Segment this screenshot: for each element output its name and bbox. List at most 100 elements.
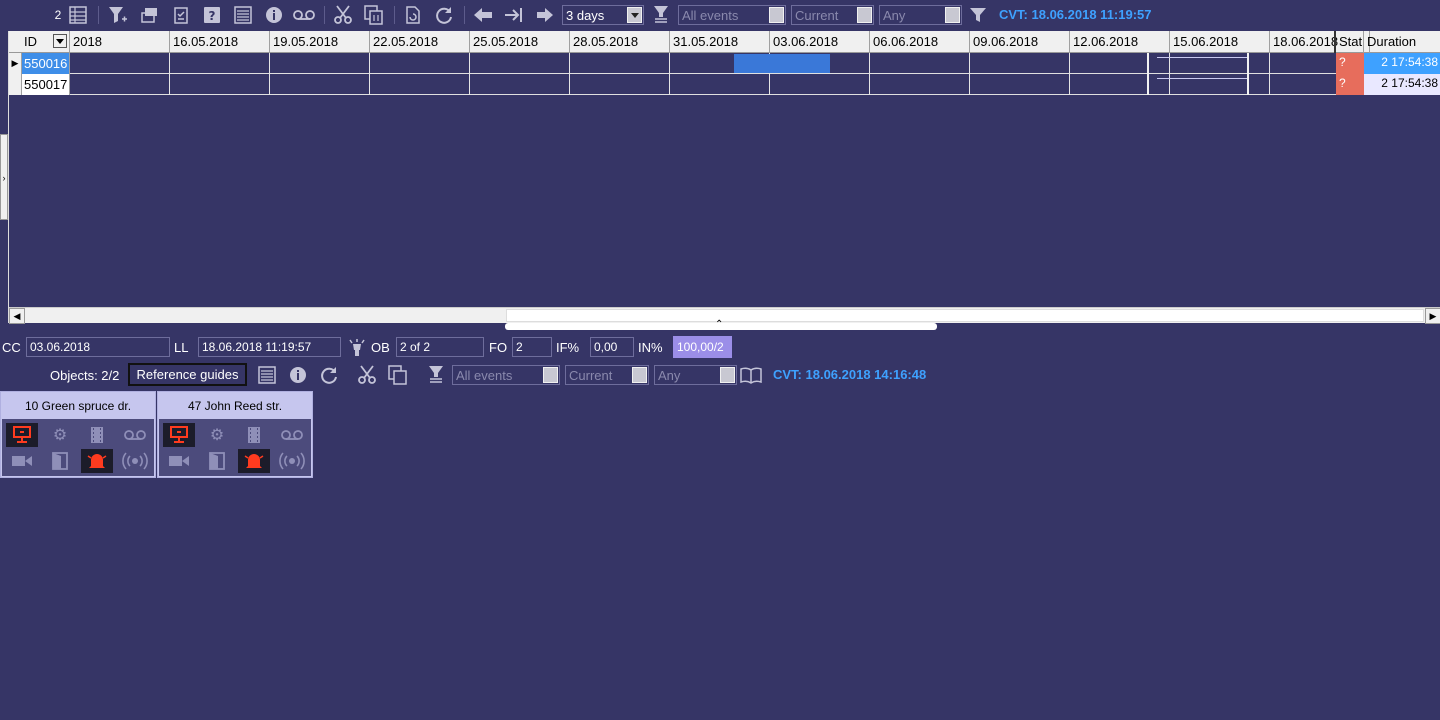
reference-guides-button[interactable]: Reference guides xyxy=(128,363,247,386)
row-id[interactable]: 550016 xyxy=(22,53,70,74)
bell-alarm-icon[interactable] xyxy=(81,449,113,473)
bell-alarm-icon[interactable] xyxy=(238,449,270,473)
grid-line xyxy=(469,53,470,74)
copy-icon[interactable] xyxy=(387,364,409,386)
column-header-duration[interactable]: Duration xyxy=(1364,31,1440,53)
state-filter-button[interactable] xyxy=(632,367,647,383)
help-icon[interactable]: ? xyxy=(201,4,223,26)
date-column-header[interactable]: 19.05.2018 xyxy=(270,31,370,53)
current-date-cell[interactable] xyxy=(734,54,830,73)
monitor-alarm-icon[interactable] xyxy=(163,423,195,447)
broadcast-icon[interactable] xyxy=(119,449,151,473)
info-icon[interactable] xyxy=(263,4,285,26)
broadcast-icon[interactable] xyxy=(276,449,308,473)
group-icon[interactable] xyxy=(139,4,161,26)
filter-add-icon[interactable] xyxy=(107,4,129,26)
scissors-icon[interactable] xyxy=(356,364,378,386)
funnel-icon[interactable] xyxy=(967,4,989,26)
state-filter[interactable]: Current xyxy=(791,5,874,25)
monitor-alarm-icon[interactable] xyxy=(6,423,38,447)
book-icon[interactable] xyxy=(740,364,762,386)
list-icon[interactable] xyxy=(256,364,278,386)
table-icon[interactable] xyxy=(67,4,89,26)
date-column-header[interactable]: 22.05.2018 xyxy=(370,31,470,53)
ll-field[interactable]: 18.06.2018 11:19:57 xyxy=(198,337,341,357)
state-filter[interactable]: Current xyxy=(565,365,649,385)
document-refresh-icon[interactable] xyxy=(402,4,424,26)
grid-line xyxy=(469,74,470,95)
objects-grid: ID 2018 16.05.2018 19.05.2018 22.05.2018 25.… xyxy=(8,31,1440,324)
voicemail-icon[interactable] xyxy=(293,4,315,26)
grid-line xyxy=(169,74,170,95)
in-field[interactable]: 100,00/2 xyxy=(673,336,732,358)
any-filter[interactable]: Any xyxy=(654,365,737,385)
row-status: ? xyxy=(1336,74,1364,95)
video-camera-icon[interactable] xyxy=(163,449,195,473)
scissors-icon[interactable] xyxy=(332,4,354,26)
object-card-title: 47 John Reed str. xyxy=(187,399,283,413)
side-panel-toggle[interactable]: › xyxy=(0,134,8,220)
date-column-header[interactable]: 16.05.2018 xyxy=(170,31,270,53)
voicemail-icon[interactable] xyxy=(119,423,151,447)
row-indicator-icon: ▶ xyxy=(9,53,22,74)
events-filter[interactable]: All events xyxy=(678,5,786,25)
period-select[interactable]: 3 days xyxy=(562,5,644,25)
date-column-header[interactable]: 06.06.2018 xyxy=(870,31,970,53)
date-column-header[interactable]: 03.06.2018 xyxy=(770,31,870,53)
event-filter-icon[interactable] xyxy=(425,364,447,386)
arrow-left-icon[interactable] xyxy=(472,4,494,26)
scroll-left-icon[interactable]: ◀ xyxy=(9,308,25,324)
event-filter-icon[interactable] xyxy=(650,4,672,26)
arrow-right-end-icon[interactable] xyxy=(503,4,525,26)
object-card[interactable]: 47 John Reed str. ⚙ xyxy=(157,391,313,478)
voicemail-icon[interactable] xyxy=(276,423,308,447)
refresh-icon[interactable] xyxy=(318,364,340,386)
any-filter-button[interactable] xyxy=(945,7,960,23)
svg-text:?: ? xyxy=(209,9,216,23)
events-filter[interactable]: All events xyxy=(452,365,560,385)
events-filter-button[interactable] xyxy=(769,7,784,23)
scrollbar-thumb[interactable] xyxy=(506,309,1424,322)
chevron-up-icon[interactable]: ⌃ xyxy=(715,319,723,330)
film-icon[interactable] xyxy=(81,423,113,447)
list-icon[interactable] xyxy=(232,4,254,26)
date-column-header[interactable]: 31.05.2018 xyxy=(670,31,770,53)
date-column-header[interactable]: 09.06.2018 xyxy=(970,31,1070,53)
gear-icon[interactable]: ⚙ xyxy=(201,423,233,447)
row-status: ? xyxy=(1336,53,1364,74)
scroll-right-icon[interactable]: ▶ xyxy=(1425,308,1440,324)
date-column-header[interactable]: 28.05.2018 xyxy=(570,31,670,53)
fo-field[interactable]: 2 xyxy=(512,337,552,357)
chevron-down-icon[interactable] xyxy=(627,7,642,23)
film-icon[interactable] xyxy=(238,423,270,447)
any-filter[interactable]: Any xyxy=(879,5,962,25)
door-icon[interactable] xyxy=(201,449,233,473)
table-row[interactable]: 550017 ? 2 17:54:38 xyxy=(9,74,1440,95)
cc-field[interactable]: 03.06.2018 xyxy=(26,337,170,357)
ob-field[interactable]: 2 of 2 xyxy=(396,337,484,357)
object-card[interactable]: 10 Green spruce dr. ⚙ xyxy=(0,391,156,478)
date-column-header[interactable]: 12.06.2018 xyxy=(1070,31,1170,53)
table-row[interactable]: ▶ 550016 ? 2 17:54:38 xyxy=(9,53,1440,74)
events-filter-button[interactable] xyxy=(543,367,558,383)
state-filter-button[interactable] xyxy=(857,7,872,23)
gear-icon[interactable]: ⚙ xyxy=(44,423,76,447)
arrow-right-icon[interactable] xyxy=(534,4,556,26)
refresh-icon[interactable] xyxy=(433,4,455,26)
row-id[interactable]: 550017 xyxy=(22,74,70,95)
horizontal-scrollbar[interactable]: ◀ ▶ xyxy=(9,307,1440,324)
date-column-header[interactable]: 2018 xyxy=(70,31,170,53)
panel-splitter[interactable]: ⌃ xyxy=(505,319,937,330)
if-field[interactable]: 0,00 xyxy=(590,337,634,357)
column-header-stat[interactable]: Stat xyxy=(1334,31,1364,53)
lamp-icon[interactable] xyxy=(346,337,368,359)
id-sort-dropdown-icon[interactable] xyxy=(53,34,67,48)
date-column-header[interactable]: 15.06.2018 xyxy=(1170,31,1270,53)
date-column-header[interactable]: 25.05.2018 xyxy=(470,31,570,53)
door-icon[interactable] xyxy=(44,449,76,473)
copy-icon[interactable] xyxy=(363,4,385,26)
report-icon[interactable] xyxy=(170,4,192,26)
video-camera-icon[interactable] xyxy=(6,449,38,473)
info-icon[interactable] xyxy=(287,364,309,386)
any-filter-button[interactable] xyxy=(720,367,735,383)
